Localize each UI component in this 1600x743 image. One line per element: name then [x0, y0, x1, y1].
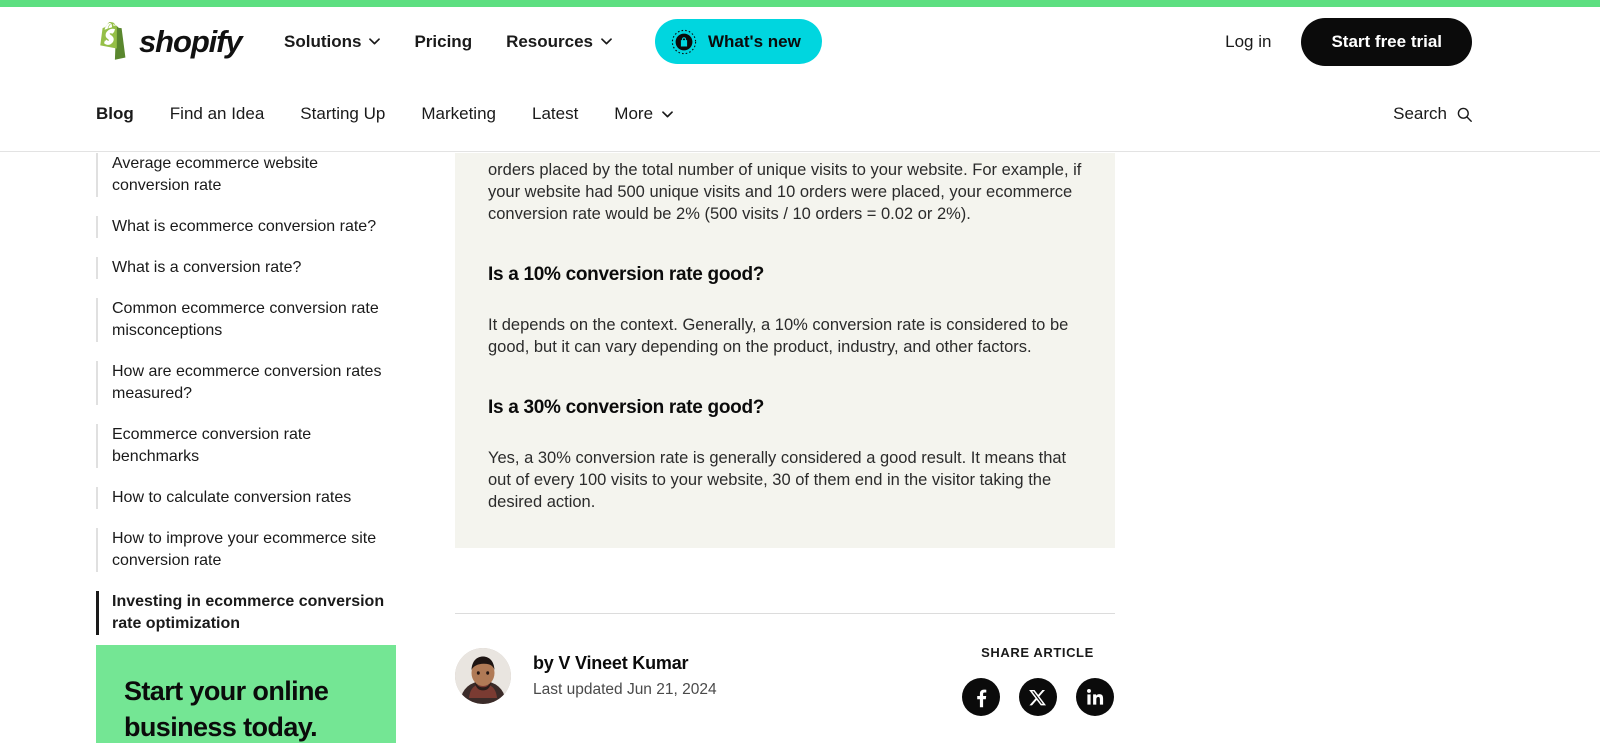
toc-item-what-is-ecommerce-conversion-rate[interactable]: What is ecommerce conversion rate? [96, 216, 392, 238]
faq-question-10-percent: Is a 10% conversion rate good? [488, 264, 765, 285]
subnav-item-marketing-label: Marketing [421, 104, 496, 123]
toc-item-how-to-improve[interactable]: How to improve your ecommerce site conve… [96, 528, 392, 572]
nav-item-solutions[interactable]: Solutions [284, 31, 381, 52]
search-button[interactable]: Search [1393, 76, 1472, 152]
shopify-logo[interactable]: shopify [96, 22, 243, 61]
subnav-item-find-an-idea-label: Find an Idea [169, 104, 265, 123]
subnav-item-latest-label: Latest [531, 104, 579, 123]
facebook-icon [976, 689, 986, 708]
table-of-contents: Average ecommerce website conversion rat… [96, 153, 406, 635]
chevron-down-icon [662, 110, 673, 117]
toc-item-common-misconceptions[interactable]: Common ecommerce conversion rate misconc… [96, 298, 392, 342]
toc-item-investing-in-cro[interactable]: Investing in ecommerce conversion rate o… [96, 591, 392, 635]
subnav-item-find-an-idea[interactable]: Find an Idea [170, 104, 265, 124]
chevron-down-icon [369, 38, 381, 45]
whats-new-label: What's new [708, 31, 801, 51]
subnav-item-more-label: More [614, 104, 654, 123]
last-updated-date: Last updated Jun 21, 2024 [533, 681, 717, 698]
faq-answer-30-percent: Yes, a 30% conversion rate is generally … [488, 449, 1067, 511]
toc-item-how-measured[interactable]: How are ecommerce conversion rates measu… [96, 361, 392, 405]
sidebar-cta-title: Start your online business today. [124, 676, 329, 742]
share-facebook-button[interactable] [961, 678, 1000, 716]
share-x-button[interactable] [1018, 678, 1057, 716]
article-sidebar: Average ecommerce website conversion rat… [96, 153, 406, 743]
blog-subnav: Blog Find an Idea Starting Up Marketing … [0, 76, 1600, 152]
x-twitter-icon [1029, 689, 1046, 705]
login-link[interactable]: Log in [1225, 32, 1271, 52]
chevron-down-icon [601, 38, 612, 45]
subnav-item-blog-label: Blog [96, 104, 134, 123]
start-free-trial-button[interactable]: Start free trial [1301, 17, 1472, 66]
faq-intro-paragraph: orders placed by the total number of uni… [488, 161, 1082, 223]
faq-panel: orders placed by the total number of uni… [455, 153, 1115, 548]
shopify-wordmark: shopify [139, 23, 243, 59]
toc-item-average-conversion-rate[interactable]: Average ecommerce website conversion rat… [96, 153, 392, 197]
share-article-title: SHARE ARTICLE [981, 645, 1094, 660]
sidebar-cta-banner[interactable]: Start your online business today. [96, 645, 396, 743]
top-accent-strip [0, 0, 1600, 7]
author-avatar [455, 648, 511, 704]
share-linkedin-button[interactable] [1075, 678, 1114, 716]
primary-header: shopify Solutions Pricing Resources What… [0, 7, 1600, 76]
share-icon-list [960, 678, 1115, 716]
subnav-item-starting-up-label: Starting Up [300, 104, 386, 123]
shopify-badge-icon [671, 29, 697, 54]
faq-question-30-percent: Is a 30% conversion rate good? [488, 397, 765, 418]
subnav-item-starting-up[interactable]: Starting Up [300, 104, 385, 124]
faq-answer-10-percent: It depends on the context. Generally, a … [488, 316, 1069, 356]
header-actions: Log in Start free trial [1225, 17, 1472, 66]
subnav-item-latest[interactable]: Latest [532, 104, 578, 124]
search-label: Search [1393, 104, 1447, 123]
subnav-item-more[interactable]: More [614, 104, 673, 124]
nav-item-resources-label: Resources [506, 31, 594, 51]
subnav-item-blog[interactable]: Blog [96, 104, 134, 124]
nav-item-pricing[interactable]: Pricing [414, 32, 472, 52]
primary-nav: Solutions Pricing Resources [284, 32, 612, 52]
byline-text: by V Vineet Kumar Last updated Jun 21, 2… [533, 653, 717, 699]
subnav-item-marketing[interactable]: Marketing [421, 104, 496, 124]
toc-item-how-to-calculate[interactable]: How to calculate conversion rates [96, 487, 392, 509]
author-name: by V Vineet Kumar [533, 653, 689, 673]
share-article-section: SHARE ARTICLE [960, 645, 1115, 716]
shopify-bag-icon [100, 22, 126, 60]
article-main: orders placed by the total number of uni… [455, 153, 1115, 548]
nav-item-resources[interactable]: Resources [506, 32, 612, 52]
blog-subnav-items: Blog Find an Idea Starting Up Marketing … [96, 76, 673, 152]
toc-item-benchmarks[interactable]: Ecommerce conversion rate benchmarks [96, 424, 392, 468]
article-divider [455, 613, 1115, 614]
whats-new-button[interactable]: What's new [655, 19, 822, 64]
search-icon [1457, 107, 1472, 122]
article-byline: by V Vineet Kumar Last updated Jun 21, 2… [455, 648, 717, 704]
linkedin-icon [1086, 688, 1103, 705]
nav-item-pricing-label: Pricing [414, 31, 473, 51]
toc-item-what-is-a-conversion-rate[interactable]: What is a conversion rate? [96, 257, 392, 279]
nav-item-solutions-label: Solutions [284, 31, 362, 51]
